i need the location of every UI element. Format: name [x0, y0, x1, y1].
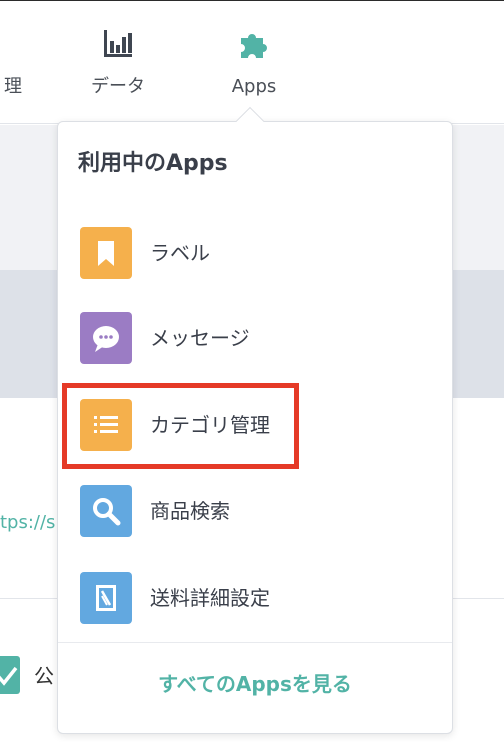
- nav-item-apps[interactable]: Apps: [214, 1, 294, 125]
- bar-chart-icon: [102, 29, 134, 59]
- public-label: 公: [34, 664, 54, 688]
- puzzle-icon: [238, 29, 270, 59]
- stamp-icon: [80, 572, 132, 624]
- highlight-box: [62, 383, 299, 469]
- search-icon: [80, 485, 132, 537]
- menu-item-text: 商品検索: [150, 499, 230, 523]
- url-link[interactable]: tps://s: [0, 512, 55, 533]
- page: 理 データ Apps tps://s 公 利用中のApps ラベル メッセージ …: [0, 0, 504, 742]
- menu-item-shipping-settings[interactable]: 送料詳細設定: [58, 556, 452, 640]
- top-navigation: 理 データ Apps: [0, 0, 504, 124]
- dropdown-divider: [58, 642, 452, 643]
- nav-item-label: Apps: [231, 76, 277, 97]
- menu-item-product-search[interactable]: 商品検索: [58, 469, 452, 553]
- chat-bubble-icon: [80, 312, 132, 364]
- dropdown-title: 利用中のApps: [78, 151, 228, 176]
- check-icon: [0, 666, 18, 686]
- menu-item-text: 送料詳細設定: [150, 586, 270, 610]
- nav-item-manage[interactable]: 理: [0, 1, 30, 125]
- nav-item-label: データ: [91, 76, 145, 97]
- menu-item-text: メッセージ: [150, 326, 250, 350]
- public-checkbox[interactable]: [0, 656, 20, 694]
- nav-item-label: 理: [4, 76, 22, 97]
- nav-item-data[interactable]: データ: [78, 1, 158, 125]
- bookmark-icon: [80, 227, 132, 279]
- menu-item-message[interactable]: メッセージ: [58, 296, 452, 380]
- view-all-apps-link[interactable]: すべてのAppsを見る: [58, 668, 452, 700]
- menu-item-text: ラベル: [150, 241, 210, 265]
- menu-item-label[interactable]: ラベル: [58, 211, 452, 295]
